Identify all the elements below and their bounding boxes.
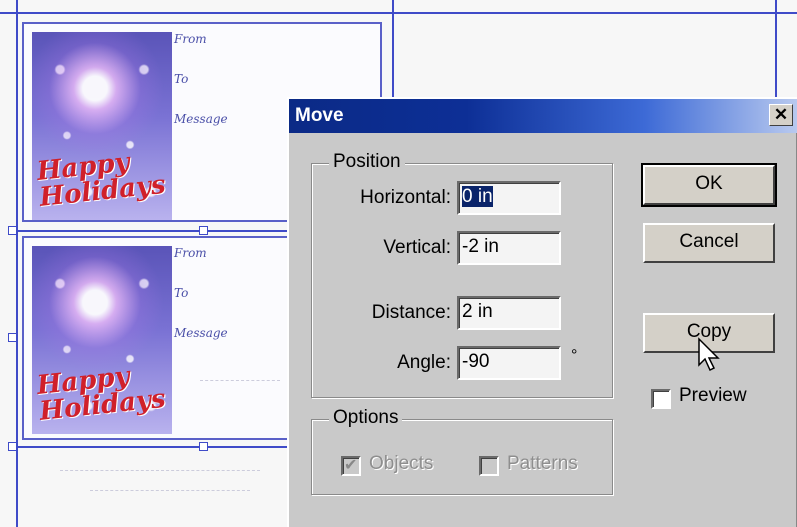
vertical-label: Vertical: — [383, 237, 451, 258]
selection-bottom-edge — [12, 446, 287, 448]
card-artwork: Happy Holidays — [32, 246, 172, 434]
from-label: From — [174, 32, 207, 46]
options-group-legend: Options — [329, 407, 403, 429]
message-label: Message — [174, 112, 228, 126]
distance-label: Distance: — [371, 302, 451, 323]
to-label: To — [174, 72, 189, 86]
horizontal-input-value: 0 in — [462, 186, 493, 207]
patterns-checkbox-label: Patterns — [507, 453, 578, 474]
angle-input[interactable]: -90 — [457, 346, 561, 380]
preview-checkbox-label: Preview — [679, 385, 747, 406]
dialog-titlebar[interactable]: Move ✕ — [289, 99, 797, 133]
selection-top-edge — [12, 230, 287, 232]
faint-artwork — [60, 470, 260, 471]
holiday-greeting: Happy Holidays — [35, 147, 168, 213]
to-label: To — [174, 286, 189, 300]
arrow-cursor-icon — [698, 337, 720, 372]
vertical-guide[interactable] — [392, 0, 394, 100]
vertical-input[interactable]: -2 in — [457, 231, 561, 265]
distance-input[interactable]: 2 in — [457, 296, 561, 330]
cancel-button[interactable]: Cancel — [643, 223, 775, 263]
ok-button[interactable]: OK — [641, 163, 777, 207]
angle-label: Angle: — [397, 352, 451, 373]
degree-symbol: ° — [571, 347, 578, 364]
selection-handle[interactable] — [199, 442, 208, 451]
card-artwork: Happy Holidays — [32, 32, 172, 220]
objects-checkbox[interactable]: ✔ — [341, 456, 361, 476]
position-group-legend: Position — [329, 151, 405, 173]
vertical-guide[interactable] — [775, 0, 777, 100]
dialog-title: Move — [295, 105, 344, 126]
message-label: Message — [174, 326, 228, 340]
check-icon: ✔ — [344, 457, 358, 474]
close-icon[interactable]: ✕ — [769, 104, 793, 126]
selection-handle[interactable] — [8, 442, 17, 451]
faint-artwork — [90, 490, 250, 491]
horizontal-label: Horizontal: — [360, 187, 451, 208]
holiday-greeting: Happy Holidays — [35, 361, 168, 427]
from-label: From — [174, 246, 207, 260]
horizontal-guide[interactable] — [0, 12, 797, 14]
selection-handle[interactable] — [8, 226, 17, 235]
faint-artwork — [200, 380, 280, 381]
preview-checkbox[interactable] — [651, 389, 671, 409]
objects-checkbox-label: Objects — [369, 453, 434, 474]
selection-handle[interactable] — [199, 226, 208, 235]
patterns-checkbox[interactable] — [479, 456, 499, 476]
move-dialog: Move ✕ Position Horizontal: 0 in Vertica… — [287, 97, 797, 527]
horizontal-input[interactable]: 0 in — [457, 181, 561, 215]
selection-handle[interactable] — [8, 333, 17, 342]
